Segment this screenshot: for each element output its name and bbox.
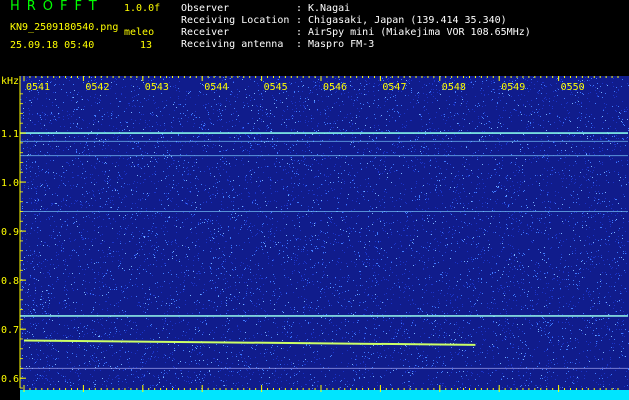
y-tick-label: 0.9 (1, 227, 19, 238)
x-tick-label: 0546 (323, 82, 347, 93)
datetime-label: 25.09.18 05:40 (10, 40, 95, 51)
info-value-antenna: Maspro FM-3 (308, 39, 375, 50)
x-tick-label: 0543 (145, 82, 169, 93)
x-tick-label: 0545 (264, 82, 288, 93)
spectrogram-canvas: kHz 1.1 1.0 0.9 0.8 0.7 0.6 0541 0542 0543 0544 054… (1, 76, 629, 400)
y-unit-label: kHz (1, 76, 19, 87)
info-separator: : (296, 3, 303, 14)
y-tick-label: 0.7 (1, 325, 19, 336)
spectrogram-plot: kHz 1.1 1.0 0.9 0.8 0.7 0.6 0541 0542 0543 0544 054… (0, 76, 629, 400)
y-tick-label: 1.1 (1, 129, 19, 140)
version-label: 1.0.0f (124, 3, 161, 14)
x-tick-label: 0549 (501, 82, 525, 93)
info-separator: : (296, 39, 303, 50)
info-value-receiver: AirSpy mini (Miakejima VOR 108.65MHz) (308, 27, 531, 38)
meleo-count: 13 (140, 40, 153, 51)
x-tick-label: 0544 (204, 82, 228, 93)
x-tick-label: 0541 (26, 82, 50, 93)
spectrogram-background (20, 76, 629, 400)
header-panel: HROFFT 1.0.0f KN9_2509180540.png 25.09.1… (0, 0, 629, 76)
info-separator: : (296, 15, 303, 26)
app-title: HROFFT (10, 0, 104, 14)
x-tick-label: 0550 (561, 82, 585, 93)
info-key-location: Receiving Location (181, 15, 290, 26)
info-key-antenna: Receiving antenna (181, 39, 284, 50)
x-tick-label: 0547 (382, 82, 406, 93)
y-tick-label: 0.8 (1, 276, 19, 287)
filename-label: KN9_2509180540.png (10, 22, 119, 33)
info-value-location: Chigasaki, Japan (139.414 35.340) (308, 15, 507, 26)
x-tick-label: 0548 (442, 82, 466, 93)
y-tick-label: 1.0 (1, 178, 19, 189)
info-key-receiver: Receiver (181, 27, 230, 38)
meleo-label: meleo (124, 27, 155, 38)
bottom-band (20, 390, 629, 400)
info-value-observer: K.Nagai (308, 3, 351, 14)
x-tick-label: 0542 (85, 82, 109, 93)
info-separator: : (296, 27, 303, 38)
info-key-observer: Observer (181, 3, 230, 14)
y-tick-label: 0.6 (1, 374, 19, 385)
